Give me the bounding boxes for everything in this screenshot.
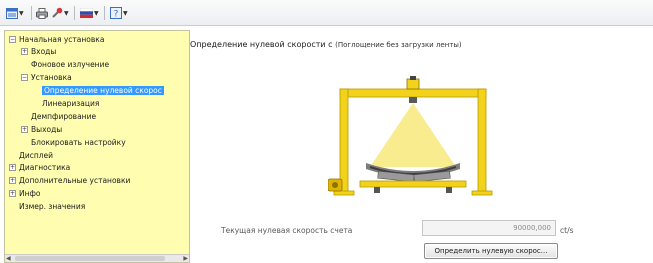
tree-item-background-radiation[interactable]: Фоновое излучение — [31, 59, 109, 70]
toolbar-separator — [31, 6, 32, 20]
tools-icon — [52, 7, 63, 18]
tree-item-label: Начальная установка — [19, 35, 105, 44]
help-icon: ? — [110, 7, 122, 19]
expand-icon[interactable]: + — [21, 126, 28, 133]
chevron-down-icon: ▼ — [94, 9, 99, 17]
tools-button[interactable]: ▼ — [51, 6, 69, 20]
horizontal-scrollbar[interactable]: ◀ ▶ — [5, 254, 189, 262]
tree-item-label: Инфо — [19, 189, 41, 198]
tree-item-label: Установка — [31, 73, 72, 82]
chevron-down-icon: ▼ — [19, 9, 24, 17]
toolbar: ▼ ▼ ▼ ? ▼ — [0, 0, 653, 26]
print-button[interactable] — [36, 6, 48, 20]
expand-icon[interactable]: + — [9, 190, 16, 197]
tree-item-outputs[interactable]: + Выходы — [21, 124, 62, 135]
language-button[interactable]: ▼ — [80, 6, 99, 20]
tree-item-measured-values[interactable]: Измер. значения — [19, 201, 85, 212]
tree-item-label: Дисплей — [19, 151, 54, 160]
scroll-left-icon[interactable]: ◀ — [6, 255, 11, 262]
current-zero-rate-value: 90000,000 — [422, 220, 556, 236]
help-button[interactable]: ? ▼ — [110, 6, 128, 20]
view-menu-button[interactable]: ▼ — [6, 6, 24, 20]
toolbar-separator — [74, 6, 75, 20]
chevron-down-icon: ▼ — [123, 9, 128, 17]
tree-item-label: Демпфирование — [31, 112, 97, 121]
navigation-tree[interactable]: − Начальная установка + Входы Фоновое излу… — [4, 30, 190, 263]
tree-item-display[interactable]: Дисплей — [19, 150, 53, 161]
page-subtitle: (Поглощение без загрузки ленты) — [335, 41, 462, 49]
page-title-text: Определение нулевой скорости с — [190, 40, 333, 49]
tree-item-label: Линеаризация — [42, 99, 100, 108]
tree-item-label: Блокировать настройку — [31, 138, 126, 147]
chevron-down-icon: ▼ — [64, 9, 69, 17]
tree-item-zero-rate[interactable]: Определение нулевой скорос — [42, 85, 164, 96]
flag-language-icon — [80, 8, 93, 18]
tree-item-diagnostics[interactable]: + Диагностика — [9, 162, 70, 173]
expand-icon[interactable]: + — [21, 48, 28, 55]
tree-item-label: Дополнительные установки — [19, 176, 131, 185]
tree-item-linearization[interactable]: Линеаризация — [42, 98, 99, 109]
toolbar-separator — [104, 6, 105, 20]
tree-item-inputs[interactable]: + Входы — [21, 46, 56, 57]
svg-text:?: ? — [114, 10, 119, 20]
tree-item-lock-settings[interactable]: Блокировать настройку — [31, 137, 126, 148]
current-zero-rate-label: Текущая нулевая скорость счета — [221, 226, 353, 235]
tree-item-label: Фоновое излучение — [31, 60, 110, 69]
tree-item-damping[interactable]: Демпфирование — [31, 111, 96, 122]
main-panel: Определение нулевой скорости с (Поглощен… — [188, 30, 653, 263]
tree-item-advanced-settings[interactable]: + Дополнительные установки — [9, 175, 130, 186]
printer-icon — [36, 7, 48, 19]
tree-item-initial-setup[interactable]: − Начальная установка — [9, 34, 104, 45]
tree-item-label: Определение нулевой скорос — [42, 86, 164, 95]
expand-icon[interactable]: + — [9, 177, 16, 184]
view-menu-icon — [6, 7, 18, 19]
tree-item-label: Измер. значения — [19, 202, 86, 211]
detect-zero-rate-button[interactable]: Определить нулевую скорос... — [424, 243, 558, 259]
collapse-icon[interactable]: − — [9, 36, 16, 43]
page-title: Определение нулевой скорости с (Поглощен… — [190, 40, 462, 49]
unit-label: ct/s — [560, 226, 574, 235]
tree-item-calibration[interactable]: − Установка — [21, 72, 72, 83]
tree-item-info[interactable]: + Инфо — [9, 188, 41, 199]
conveyor-gauge-illustration — [328, 76, 493, 196]
tree-item-label: Выходы — [31, 125, 63, 134]
tree-item-label: Диагностика — [19, 163, 71, 172]
expand-icon[interactable]: + — [9, 164, 16, 171]
collapse-icon[interactable]: − — [21, 74, 28, 81]
tree-item-label: Входы — [31, 47, 57, 56]
scrollbar-thumb[interactable] — [15, 256, 165, 261]
